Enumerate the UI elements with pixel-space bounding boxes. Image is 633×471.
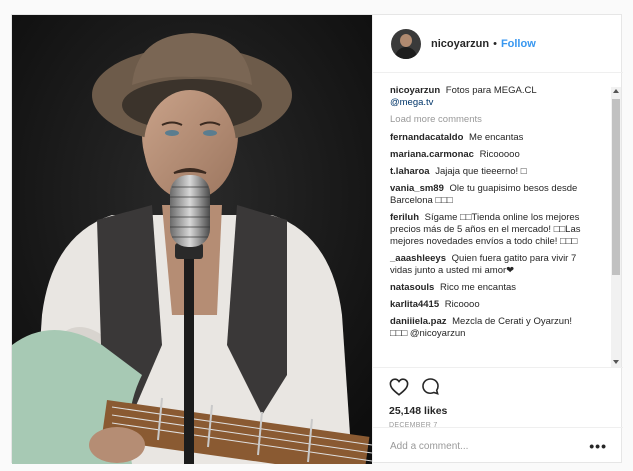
list-item: feriluh Sígame □□Tienda online los mejor… xyxy=(390,212,591,248)
list-item: karlita4415 Ricoooo xyxy=(390,299,591,311)
more-options-button[interactable]: ••• xyxy=(589,439,607,453)
scrollbar-thumb[interactable] xyxy=(612,99,620,275)
caption-mention[interactable]: @mega.tv xyxy=(390,97,433,108)
add-comment-input[interactable] xyxy=(390,440,570,452)
caption: nicoyarzun Fotos para MEGA.CL @mega.tv xyxy=(390,85,591,109)
comment-username[interactable]: karlita4415 xyxy=(390,299,439,310)
scroll-down-icon[interactable] xyxy=(613,360,619,364)
comments-list[interactable]: nicoyarzun Fotos para MEGA.CL @mega.tv L… xyxy=(373,73,623,367)
add-comment-bar: ••• xyxy=(373,427,623,464)
comment-text: Ricooooo xyxy=(479,149,520,160)
post-sidebar: nicoyarzun • Follow nicoyarzun Fotos par… xyxy=(372,15,623,464)
caption-text: Fotos para MEGA.CL xyxy=(445,85,537,96)
comment-username[interactable]: vania_sm89 xyxy=(390,183,444,194)
list-item: vania_sm89 Ole tu guapisimo besos desde … xyxy=(390,183,591,207)
comment-username[interactable]: natasouls xyxy=(390,282,434,293)
avatar[interactable] xyxy=(391,28,421,59)
comment-text: Jajaja que tieeerno! □ xyxy=(435,166,527,177)
list-item: t.laharoa Jajaja que tieeerno! □ xyxy=(390,166,591,178)
comment-text: Me encantas xyxy=(469,132,524,143)
comment-username[interactable]: t.laharoa xyxy=(390,166,430,177)
post-actions: 25,148 likes DECEMBER 7 xyxy=(373,367,623,429)
separator-dot: • xyxy=(493,37,497,50)
comment-username[interactable]: fernandacataldo xyxy=(390,132,463,143)
load-more-comments-button[interactable]: Load more comments xyxy=(390,114,591,125)
post-header: nicoyarzun • Follow xyxy=(373,15,623,73)
list-item: mariana.carmonac Ricooooo xyxy=(390,149,591,161)
comments-scrollbar[interactable] xyxy=(611,87,621,367)
follow-button[interactable]: Follow xyxy=(501,38,536,50)
likes-count[interactable]: 25,148 likes xyxy=(389,405,623,417)
comment-username[interactable]: feriluh xyxy=(390,212,419,223)
scroll-up-icon[interactable] xyxy=(613,89,619,93)
list-item: fernandacataldo Me encantas xyxy=(390,132,591,144)
comment-bubble-icon[interactable] xyxy=(421,377,440,401)
heart-icon[interactable] xyxy=(389,377,409,401)
comment-username[interactable]: _aaashleeys xyxy=(390,253,446,264)
list-item: natasouls Rico me encantas xyxy=(390,282,591,294)
caption-username[interactable]: nicoyarzun xyxy=(390,85,440,96)
comment-username[interactable]: daniiiela.paz xyxy=(390,316,447,327)
comment-username[interactable]: mariana.carmonac xyxy=(390,149,474,160)
post-photo[interactable] xyxy=(12,15,372,464)
list-item: _aaashleeys Quien fuera gatito para vivi… xyxy=(390,253,591,277)
header-username[interactable]: nicoyarzun xyxy=(431,38,489,50)
instagram-post: nicoyarzun • Follow nicoyarzun Fotos par… xyxy=(11,14,623,464)
comment-text: Ricoooo xyxy=(444,299,480,310)
list-item: daniiiela.paz Mezcla de Cerati y Oyarzun… xyxy=(390,316,591,340)
comment-text: Rico me encantas xyxy=(440,282,517,293)
